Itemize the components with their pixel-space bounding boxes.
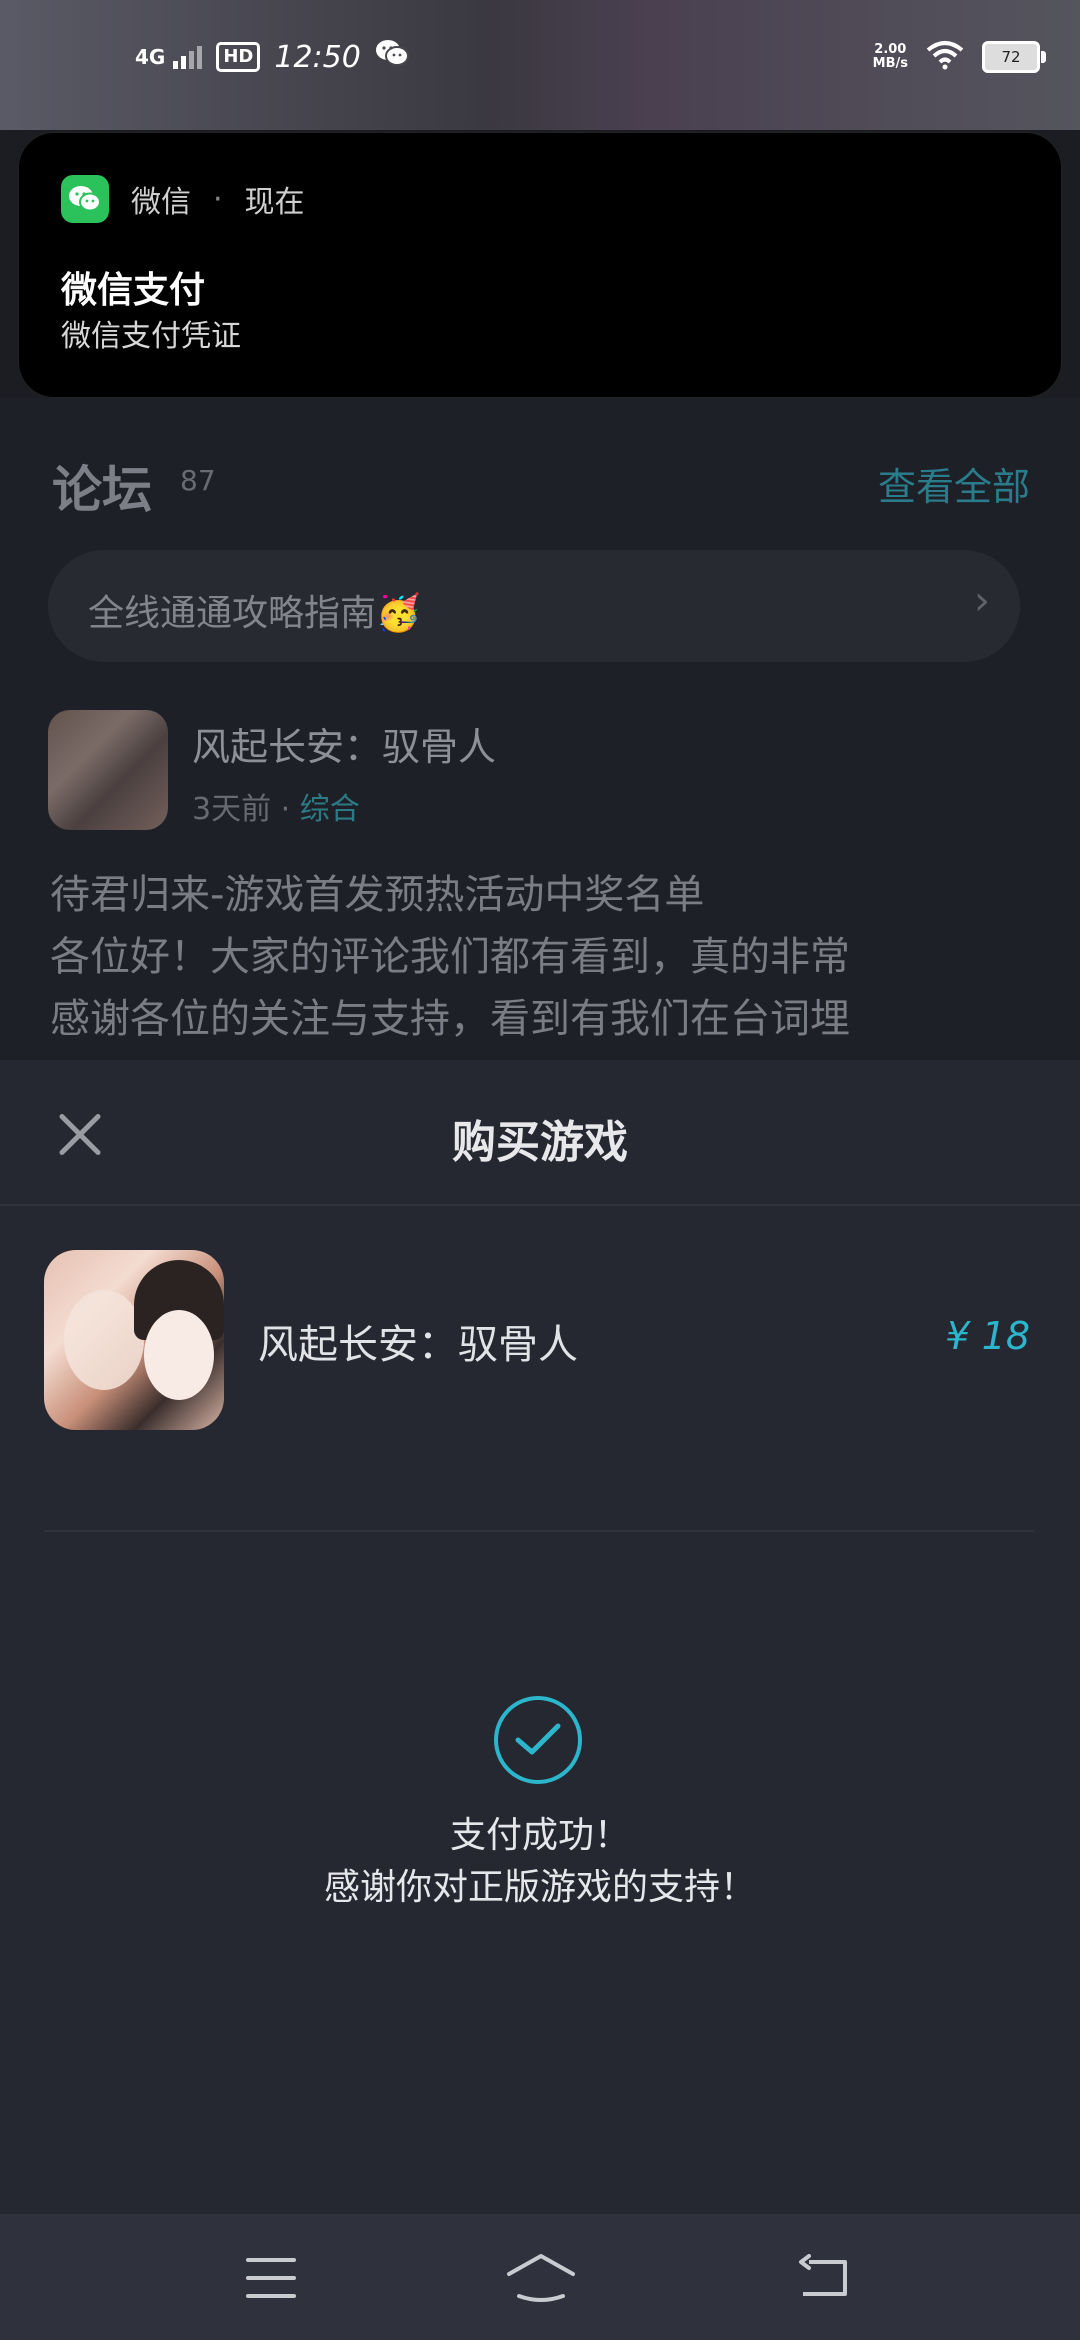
game-name: 风起长安：驭骨人	[258, 1322, 578, 1368]
post-time: 3天前	[192, 792, 272, 827]
game-icon	[44, 1250, 224, 1430]
view-all-link[interactable]: 查看全部	[878, 456, 1030, 511]
screen: 4G HD 12:50 2.00 MB/s 72 论坛 87 查看全部 全线通通…	[0, 0, 1080, 2340]
post-meta-separator: ·	[280, 792, 291, 827]
check-circle-icon	[494, 1696, 582, 1784]
post-body[interactable]: 待君归来-游戏首发预热活动中奖名单 各位好！大家的评论我们都有看到，真的非常 感…	[50, 864, 1040, 1050]
post-line-1: 待君归来-游戏首发预热活动中奖名单	[50, 872, 705, 918]
forum-count: 87	[180, 464, 216, 497]
wechat-icon	[61, 175, 109, 223]
home-icon[interactable]	[505, 2252, 577, 2306]
status-right: 2.00 MB/s 72	[873, 40, 1046, 74]
status-left: 4G HD 12:50	[135, 38, 409, 76]
notification-time: 现在	[244, 185, 305, 220]
notification-separator: ·	[213, 181, 223, 217]
hd-badge: HD	[216, 42, 261, 72]
network-speed: 2.00 MB/s	[873, 43, 908, 71]
signal-icon	[173, 45, 203, 69]
battery-icon: 72	[982, 41, 1046, 73]
success-message: 支付成功！	[449, 1815, 630, 1856]
notification-header: 微信 · 现在	[61, 175, 305, 223]
system-nav-bar	[0, 2214, 1080, 2340]
thanks-message: 感谢你对正版游戏的支持！	[323, 1867, 756, 1908]
speed-value: 2.00	[874, 42, 907, 57]
chevron-right-icon: ›	[974, 578, 990, 624]
back-icon[interactable]	[795, 2254, 851, 2304]
purchase-item: 风起长安：驭骨人 ¥ 18	[44, 1250, 1034, 1532]
notification-app-name: 微信	[131, 185, 191, 220]
wechat-status-icon	[375, 38, 409, 76]
menu-icon[interactable]	[246, 2258, 296, 2298]
game-icon-art	[144, 1310, 214, 1400]
sheet-title: 购买游戏	[452, 1117, 628, 1168]
post-game-avatar[interactable]	[48, 710, 168, 830]
forum-section: 论坛 87 查看全部 全线通通攻略指南🥳 › 风起长安：驭骨人 3天前 · 综合…	[0, 398, 1080, 1060]
wechat-notification[interactable]: 微信 · 现在 微信支付 微信支付凭证	[18, 132, 1062, 398]
post-game-name[interactable]: 风起长安：驭骨人	[192, 716, 496, 771]
sheet-header: 购买游戏	[0, 1060, 1080, 1206]
purchase-sheet: 购买游戏 风起长安：驭骨人 ¥ 18 支付成功！ 感谢你对正版游戏的支持！	[0, 1060, 1080, 2214]
notification-title: 微信支付	[61, 270, 206, 311]
post-tag[interactable]: 综合	[300, 792, 360, 827]
guide-text: 全线通通攻略指南🥳	[88, 593, 421, 634]
network-type: 4G	[135, 45, 166, 69]
post-line-2: 各位好！大家的评论我们都有看到，真的非常	[50, 934, 850, 980]
wifi-icon	[926, 40, 964, 74]
post-meta: 3天前 · 综合	[192, 784, 360, 828]
guide-banner[interactable]: 全线通通攻略指南🥳 ›	[48, 550, 1020, 662]
post-line-3: 感谢各位的关注与支持，看到有我们在台词埋	[50, 996, 850, 1042]
forum-title: 论坛	[52, 461, 152, 519]
game-icon-art	[64, 1290, 144, 1390]
clock: 12:50	[274, 39, 361, 75]
speed-unit: MB/s	[872, 56, 908, 71]
notification-body: 微信支付凭证	[61, 319, 241, 354]
status-bar: 4G HD 12:50 2.00 MB/s 72	[0, 0, 1080, 130]
game-price: ¥ 18	[945, 1314, 1030, 1358]
